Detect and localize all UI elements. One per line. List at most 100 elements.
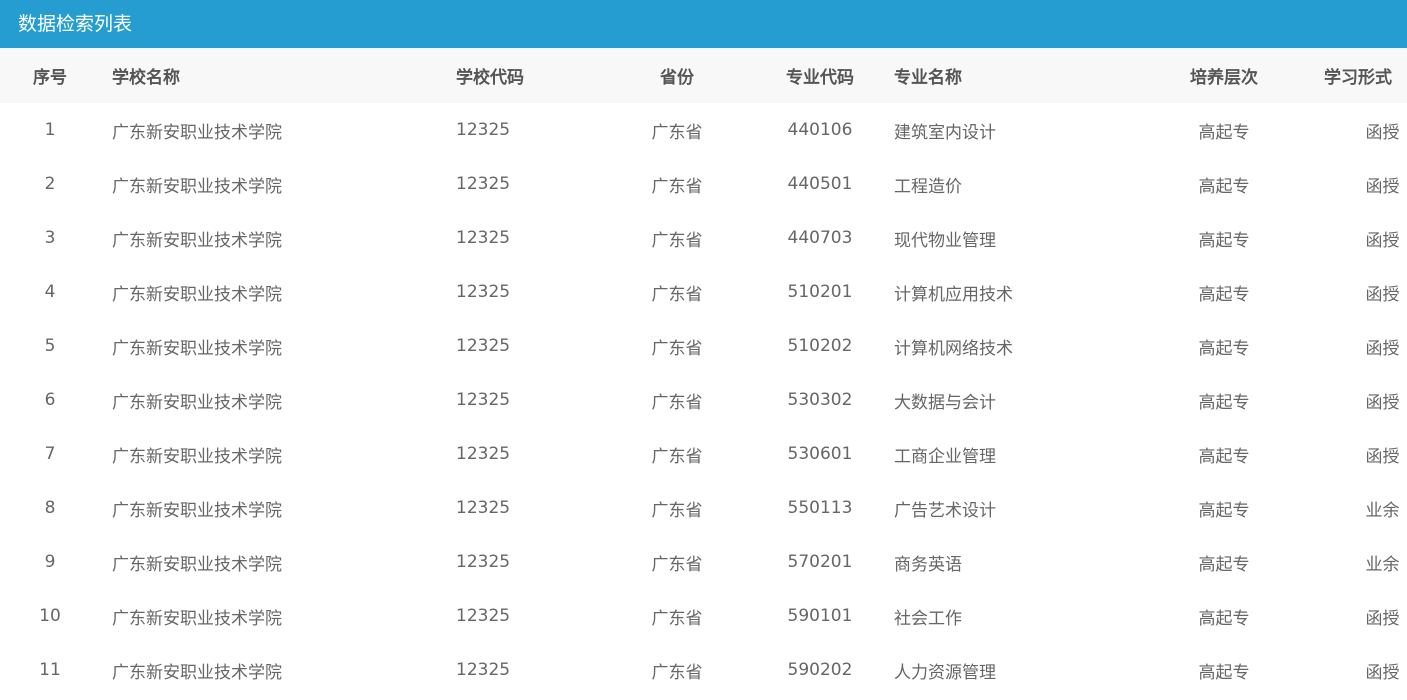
header-school-code: 学校代码 — [456, 68, 524, 88]
cell-major-name: 工程造价 — [894, 176, 962, 197]
cell-level: 高起专 — [1198, 608, 1250, 629]
cell-index: 10 — [39, 606, 61, 626]
cell-major-name: 社会工作 — [894, 608, 962, 629]
cell-school-name: 广东新安职业技术学院 — [112, 176, 282, 197]
cell-study-mode: 业余 — [1365, 554, 1400, 575]
table-row: 2 广东新安职业技术学院 12325 广东省 440501 工程造价 高起专 函授 — [0, 157, 1407, 211]
cell-province: 广东省 — [651, 230, 703, 251]
cell-major-code: 530302 — [787, 390, 853, 410]
cell-level: 高起专 — [1198, 122, 1250, 143]
cell-school-name: 广东新安职业技术学院 — [112, 662, 282, 683]
cell-province: 广东省 — [651, 284, 703, 305]
cell-major-code: 530601 — [787, 444, 853, 464]
cell-school-name: 广东新安职业技术学院 — [112, 338, 282, 359]
cell-study-mode: 函授 — [1365, 608, 1400, 629]
cell-major-code: 440703 — [787, 228, 853, 248]
cell-province: 广东省 — [651, 392, 703, 413]
results-table: 序号 学校名称 学校代码 省份 专业代码 专业名称 培养层次 学习形式 1 广东新… — [0, 48, 1407, 697]
cell-study-mode: 业余 — [1365, 500, 1400, 521]
header-study-mode: 学习形式 — [1324, 68, 1392, 88]
cell-school-code: 12325 — [456, 336, 511, 356]
cell-level: 高起专 — [1198, 500, 1250, 521]
header-major-name: 专业名称 — [894, 68, 962, 88]
cell-major-code: 590202 — [787, 660, 853, 680]
cell-school-code: 12325 — [456, 606, 511, 626]
cell-index: 8 — [44, 498, 56, 518]
cell-province: 广东省 — [651, 338, 703, 359]
header-province: 省份 — [660, 68, 694, 88]
header-index: 序号 — [33, 68, 67, 88]
cell-study-mode: 函授 — [1365, 392, 1400, 413]
cell-school-code: 12325 — [456, 444, 511, 464]
cell-school-code: 12325 — [456, 498, 511, 518]
table-row: 9 广东新安职业技术学院 12325 广东省 570201 商务英语 高起专 业余 — [0, 535, 1407, 589]
cell-index: 9 — [44, 552, 56, 572]
cell-province: 广东省 — [651, 176, 703, 197]
cell-level: 高起专 — [1198, 230, 1250, 251]
header-school-name: 学校名称 — [112, 68, 180, 88]
cell-school-code: 12325 — [456, 390, 511, 410]
cell-major-name: 现代物业管理 — [894, 230, 996, 251]
cell-index: 2 — [44, 174, 56, 194]
cell-level: 高起专 — [1198, 446, 1250, 467]
cell-study-mode: 函授 — [1365, 122, 1400, 143]
cell-major-name: 广告艺术设计 — [894, 500, 996, 521]
cell-index: 1 — [44, 120, 56, 140]
cell-province: 广东省 — [651, 608, 703, 629]
cell-major-name: 计算机应用技术 — [894, 284, 1013, 305]
table-row: 10 广东新安职业技术学院 12325 广东省 590101 社会工作 高起专 函授 — [0, 589, 1407, 643]
table-row: 8 广东新安职业技术学院 12325 广东省 550113 广告艺术设计 高起专 业余 — [0, 481, 1407, 535]
table-row: 4 广东新安职业技术学院 12325 广东省 510201 计算机应用技术 高起专 函授 — [0, 265, 1407, 319]
cell-school-code: 12325 — [456, 228, 511, 248]
cell-province: 广东省 — [651, 554, 703, 575]
cell-major-name: 大数据与会计 — [894, 392, 996, 413]
cell-index: 6 — [44, 390, 56, 410]
cell-school-name: 广东新安职业技术学院 — [112, 446, 282, 467]
cell-school-name: 广东新安职业技术学院 — [112, 122, 282, 143]
cell-index: 11 — [39, 660, 61, 680]
table-body: 1 广东新安职业技术学院 12325 广东省 440106 建筑室内设计 高起专 函授 2 广东新… — [0, 103, 1407, 697]
cell-major-code: 440106 — [787, 120, 853, 140]
cell-level: 高起专 — [1198, 554, 1250, 575]
table-row: 7 广东新安职业技术学院 12325 广东省 530601 工商企业管理 高起专 函授 — [0, 427, 1407, 481]
cell-index: 7 — [44, 444, 56, 464]
cell-province: 广东省 — [651, 500, 703, 521]
cell-level: 高起专 — [1198, 662, 1250, 683]
cell-study-mode: 函授 — [1365, 662, 1400, 683]
cell-school-name: 广东新安职业技术学院 — [112, 500, 282, 521]
cell-study-mode: 函授 — [1365, 338, 1400, 359]
cell-study-mode: 函授 — [1365, 176, 1400, 197]
cell-school-name: 广东新安职业技术学院 — [112, 392, 282, 413]
cell-school-code: 12325 — [456, 660, 511, 680]
panel-title: 数据检索列表 — [0, 0, 1407, 48]
table-row: 3 广东新安职业技术学院 12325 广东省 440703 现代物业管理 高起专 函授 — [0, 211, 1407, 265]
cell-level: 高起专 — [1198, 338, 1250, 359]
table-row: 1 广东新安职业技术学院 12325 广东省 440106 建筑室内设计 高起专 函授 — [0, 103, 1407, 157]
cell-major-code: 510202 — [787, 336, 853, 356]
cell-index: 3 — [44, 228, 56, 248]
cell-school-name: 广东新安职业技术学院 — [112, 554, 282, 575]
cell-major-code: 440501 — [787, 174, 853, 194]
cell-school-code: 12325 — [456, 282, 511, 302]
cell-study-mode: 函授 — [1365, 284, 1400, 305]
cell-province: 广东省 — [651, 662, 703, 683]
cell-study-mode: 函授 — [1365, 446, 1400, 467]
cell-study-mode: 函授 — [1365, 230, 1400, 251]
cell-level: 高起专 — [1198, 176, 1250, 197]
cell-major-name: 工商企业管理 — [894, 446, 996, 467]
cell-major-code: 550113 — [787, 498, 853, 518]
table-row: 6 广东新安职业技术学院 12325 广东省 530302 大数据与会计 高起专 函授 — [0, 373, 1407, 427]
cell-major-name: 计算机网络技术 — [894, 338, 1013, 359]
cell-province: 广东省 — [651, 122, 703, 143]
cell-level: 高起专 — [1198, 284, 1250, 305]
cell-major-name: 建筑室内设计 — [894, 122, 996, 143]
cell-major-name: 商务英语 — [894, 554, 962, 575]
cell-school-name: 广东新安职业技术学院 — [112, 230, 282, 251]
cell-index: 4 — [44, 282, 56, 302]
header-level: 培养层次 — [1190, 68, 1258, 88]
header-major-code: 专业代码 — [786, 68, 854, 88]
cell-index: 5 — [44, 336, 56, 356]
cell-major-name: 人力资源管理 — [894, 662, 996, 683]
cell-school-name: 广东新安职业技术学院 — [112, 284, 282, 305]
cell-major-code: 510201 — [787, 282, 853, 302]
